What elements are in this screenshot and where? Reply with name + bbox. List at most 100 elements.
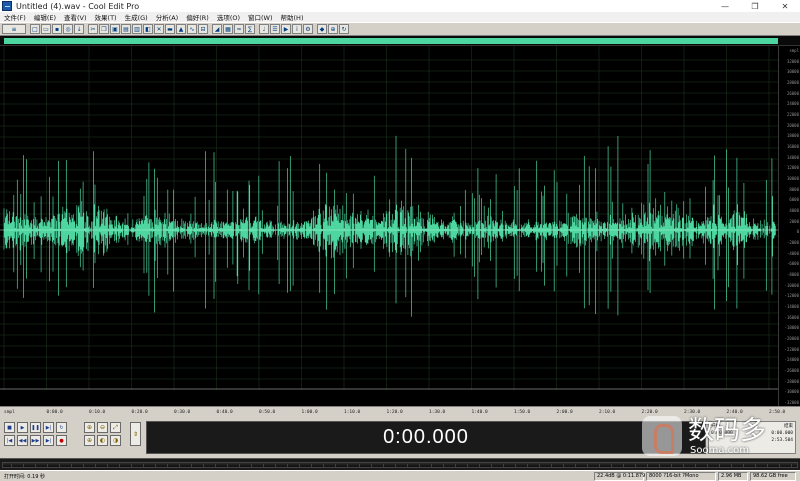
zoom-in-selection-icon[interactable]: ⊕ [84, 435, 95, 446]
menu-file[interactable]: 文件(F) [4, 12, 26, 22]
delete-icon[interactable]: ✕ [154, 24, 164, 34]
envelope-icon[interactable]: ∿ [187, 24, 197, 34]
scale-tick-label: 0 [796, 229, 799, 235]
snap-icon[interactable]: ⊕ [328, 24, 338, 34]
cd-icon[interactable]: ◎ [63, 24, 73, 34]
zoom-right-icon[interactable]: ◑ [110, 435, 121, 446]
waveform-view-icon[interactable]: ≈ [234, 24, 244, 34]
level-tick [347, 464, 348, 468]
level-tick [95, 464, 96, 468]
go-to-end-icon[interactable]: ▶| [43, 435, 54, 446]
waveform-display[interactable] [0, 46, 778, 406]
new-file-icon[interactable]: □ [30, 24, 40, 34]
play-icon[interactable]: ▶ [17, 422, 28, 433]
level-tick [779, 464, 780, 468]
fast-forward-icon[interactable]: ▶▶ [30, 435, 41, 446]
go-to-start-icon[interactable]: |◀ [4, 435, 15, 446]
zoom-out-horizontal-icon[interactable]: ⊖ [97, 422, 108, 433]
menu-view[interactable]: 查看(V) [64, 12, 87, 22]
visible-range-indicator[interactable] [4, 38, 778, 44]
loop-icon[interactable]: ↻ [339, 24, 349, 34]
normalize-icon[interactable]: ⊟ [198, 24, 208, 34]
minimize-button[interactable]: — [710, 0, 740, 12]
spectral-view-icon[interactable]: ▦ [223, 24, 233, 34]
status-level: 22.4dB @ 0:11.879 [594, 471, 645, 481]
menu-effects[interactable]: 效果(T) [95, 12, 117, 22]
cue-list-icon[interactable]: ☰ [270, 24, 280, 34]
record-icon[interactable]: ● [56, 435, 67, 446]
paste-new-icon[interactable]: ▤ [121, 24, 131, 34]
info-icon[interactable]: i [292, 24, 302, 34]
zoom-full-icon[interactable]: ⤢ [110, 422, 121, 433]
menu-generate[interactable]: 生成(G) [125, 12, 148, 22]
scale-tick-label: 12000 [786, 165, 799, 171]
play-to-end-icon[interactable]: ▶| [43, 422, 54, 433]
level-tick [251, 464, 252, 468]
watermark-url: Sooma.com [690, 444, 749, 456]
mark-icon[interactable]: ◆ [317, 24, 327, 34]
waveform-canvas[interactable] [0, 46, 778, 406]
level-tick [527, 464, 528, 468]
amplify-icon[interactable]: ▲ [176, 24, 186, 34]
menu-options[interactable]: 选项(O) [217, 12, 240, 22]
settings-icon[interactable]: ⚙ [303, 24, 313, 34]
level-tick [11, 464, 12, 468]
copy-icon[interactable]: ❐ [99, 24, 109, 34]
level-tick [683, 464, 684, 468]
level-tick [539, 464, 540, 468]
menu-bar: 文件(F) 编辑(E) 查看(V) 效果(T) 生成(G) 分析(A) 偏好(R… [0, 12, 800, 22]
level-tick [575, 464, 576, 468]
scale-tick-label: -32000 [784, 400, 799, 405]
level-tick [587, 464, 588, 468]
level-tick [35, 464, 36, 468]
watermark-text: 数码多 [688, 415, 767, 446]
watermark: 数码多 Sooma.com [642, 408, 792, 464]
level-tick [743, 464, 744, 468]
scale-tick-label: -8000 [786, 272, 799, 277]
level-tick [431, 464, 432, 468]
level-tick [419, 464, 420, 468]
menu-edit[interactable]: 编辑(E) [34, 12, 56, 22]
metronome-icon[interactable]: ♩ [259, 24, 269, 34]
menu-analyze[interactable]: 分析(A) [156, 12, 179, 22]
save-file-icon[interactable]: ▪ [52, 24, 62, 34]
cut-icon[interactable]: ✂ [88, 24, 98, 34]
trim-icon[interactable]: ◧ [143, 24, 153, 34]
zoom-in-horizontal-icon[interactable]: ⊕ [84, 422, 95, 433]
zoom-vertical-icon[interactable]: ⇕ [130, 422, 141, 446]
paste-icon[interactable]: ▣ [110, 24, 120, 34]
ruler-tick-label: 1:20.0 [386, 410, 403, 415]
menu-window[interactable]: 窗口(W) [248, 12, 273, 22]
play-list-icon[interactable]: ▶ [281, 24, 291, 34]
frequency-analysis-icon[interactable]: ◢ [212, 24, 222, 34]
silence-icon[interactable]: ▬ [165, 24, 175, 34]
scale-tick-label: -14000 [784, 304, 799, 309]
stop-icon[interactable]: ■ [4, 422, 15, 433]
loop-play-icon[interactable]: ↻ [56, 422, 67, 433]
close-button[interactable]: ✕ [770, 0, 800, 12]
level-tick [635, 464, 636, 468]
mix-paste-icon[interactable]: ▥ [132, 24, 142, 34]
waveform-path[interactable] [3, 135, 776, 317]
app-icon [2, 1, 12, 11]
level-tick [611, 464, 612, 468]
level-tick [647, 464, 648, 468]
multitrack-toggle-icon[interactable]: ≡ [2, 24, 26, 34]
rewind-icon[interactable]: ◀◀ [17, 435, 28, 446]
pause-icon[interactable]: ❚❚ [30, 422, 41, 433]
ruler-tick-label: 0:00.0 [46, 410, 63, 415]
status-free-space: 98.62 GB free [750, 471, 796, 481]
overview-bar[interactable] [0, 36, 800, 46]
zoom-left-icon[interactable]: ◐ [97, 435, 108, 446]
menu-help[interactable]: 帮助(H) [281, 12, 304, 22]
import-icon[interactable]: ↓ [74, 24, 84, 34]
scale-tick-label: 16000 [786, 144, 799, 149]
statistics-icon[interactable]: ∑ [245, 24, 255, 34]
menu-favorites[interactable]: 偏好(R) [186, 12, 209, 22]
level-tick [383, 464, 384, 468]
watermark-logo-icon [642, 416, 682, 456]
level-tick [47, 464, 48, 468]
open-file-icon[interactable]: ▭ [41, 24, 51, 34]
level-tick [731, 464, 732, 468]
maximize-button[interactable]: ❐ [740, 0, 770, 12]
